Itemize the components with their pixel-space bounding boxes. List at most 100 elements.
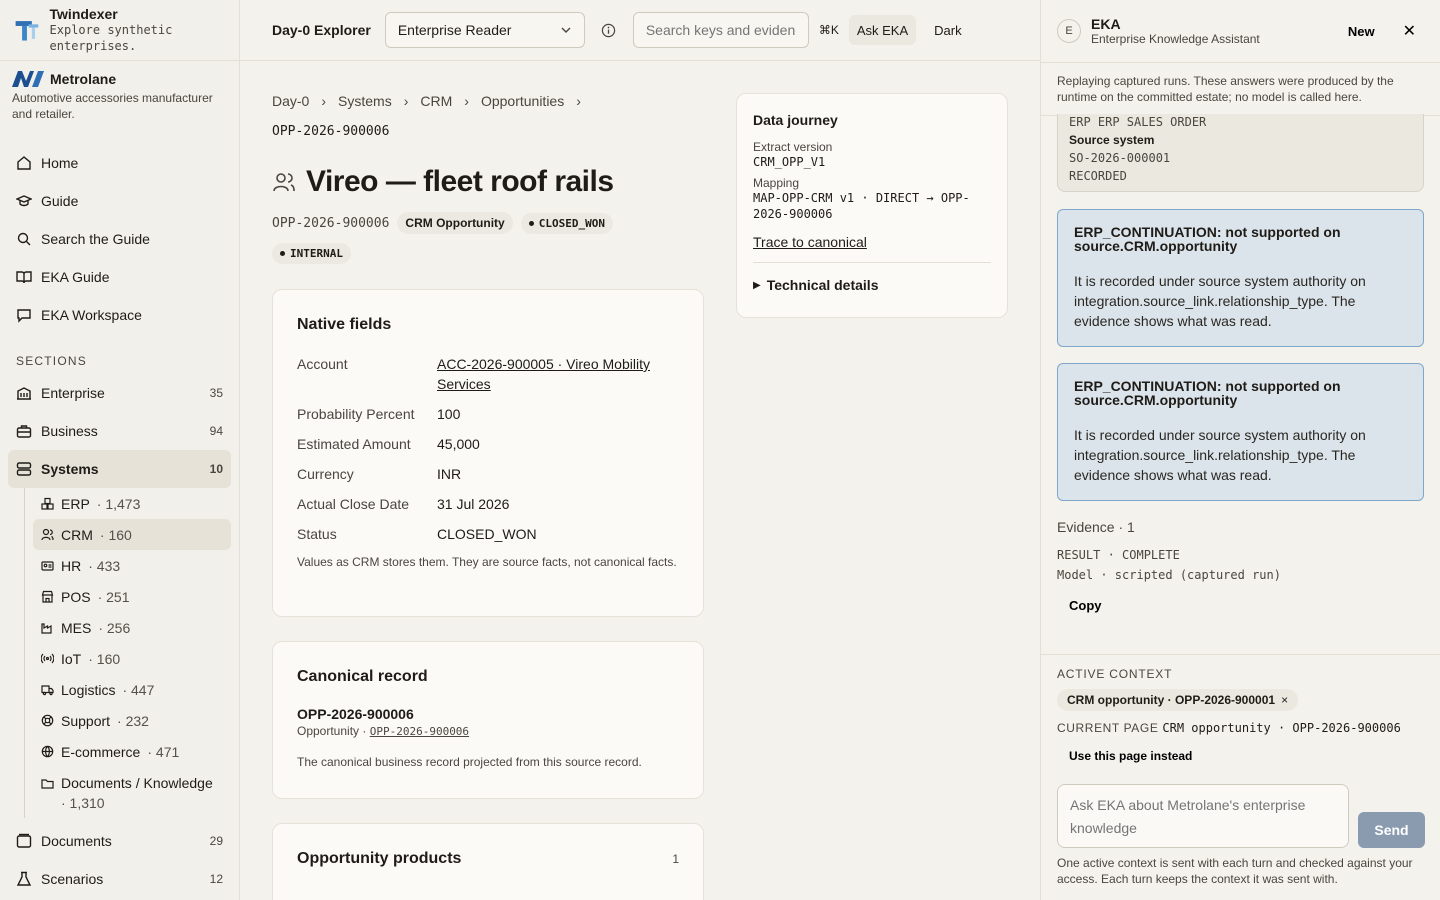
eka-title: EKA [1091,16,1121,32]
field-label: Actual Close Date [297,496,410,512]
field-close-date: Actual Close Date 31 Jul 2026 [297,494,679,514]
copy-button[interactable]: Copy [1061,596,1110,615]
section-systems[interactable]: Systems 10 [8,450,231,488]
nav-guide[interactable]: Guide [0,182,239,220]
role-select[interactable]: Enterprise Reader [384,12,585,48]
field-probability: Probability Percent 100 [297,404,679,424]
tenant-description: Automotive accessories manufacturer and … [12,91,213,121]
mapping-label: Mapping [753,176,800,190]
nav-guide-label: Guide [41,193,79,209]
system-iot[interactable]: IoT · 160 [33,643,239,674]
canonical-link[interactable]: OPP-2026-900006 [370,725,469,738]
evidence-meta: RESULT · COMPLETE Model · scripted (capt… [1057,545,1281,585]
nav-eka-guide[interactable]: EKA Guide [0,258,239,296]
system-crm-count: · 160 [99,526,132,543]
extract-label: Extract version [753,140,833,154]
field-account: Account ACC-2026-900005 · Vireo Mobility… [297,354,679,394]
current-page-value: CRM opportunity · OPP-2026-900006 [1162,721,1401,735]
system-crm-name: CRM [61,526,93,543]
system-mes[interactable]: MES · 256 [33,612,239,643]
tenant-block: Metrolane Automotive accessories manufac… [0,61,239,122]
system-erp[interactable]: ERP · 1,473 [33,488,239,519]
new-conversation-button[interactable]: New [1338,18,1385,45]
system-pos[interactable]: POS · 251 [33,581,239,612]
callout-title: ERP_CONTINUATION: not supported on sourc… [1074,224,1341,254]
section-enterprise-label: Enterprise [41,385,105,401]
system-ecommerce-name: E-commerce [61,743,141,760]
nav-eka-workspace[interactable]: EKA Workspace [0,296,239,334]
field-estimated-amount: Estimated Amount 45,000 [297,434,679,454]
flask-icon [16,871,32,886]
section-documents[interactable]: Documents 29 [0,822,239,860]
system-logistics-count: · 447 [122,681,155,698]
current-page-label: CURRENT PAGE [1057,721,1159,735]
remove-context-icon[interactable]: × [1281,693,1288,707]
page-title: Vireo — fleet roof rails [306,165,614,198]
account-link[interactable]: ACC-2026-900005 · Vireo Mobility Service… [437,356,650,392]
nav-home[interactable]: Home [0,144,239,182]
stub-role: Source system [1069,133,1155,147]
current-page-row: CURRENT PAGE CRM opportunity · OPP-2026-… [1057,721,1425,735]
twindexer-logo-icon [15,21,39,41]
technical-details-toggle[interactable]: ▶ Technical details [753,262,991,293]
nav-home-label: Home [41,155,79,171]
record-meta: OPP-2026-900006 CRM Opportunity CLOSED_W… [272,212,613,234]
system-logistics[interactable]: Logistics · 447 [33,674,239,705]
server-icon [16,462,32,476]
erp-sales-order-card: ERP ERP SALES ORDER Source system SO-202… [1057,114,1424,192]
breadcrumb-opportunities[interactable]: Opportunities [481,93,564,109]
globe-icon [41,745,54,758]
visibility-dot [280,251,285,256]
canonical-heading: Canonical record [297,668,428,685]
info-button[interactable] [595,16,623,44]
chevron-down-icon [561,27,571,33]
disclosure-triangle-icon: ▶ [753,279,761,291]
section-business[interactable]: Business 94 [0,412,239,450]
system-support[interactable]: Support · 232 [33,705,239,736]
context-chip-label: CRM opportunity · OPP-2026-900001 [1067,693,1276,707]
close-icon[interactable]: ✕ [1395,17,1424,45]
section-scenarios-count: 12 [209,872,223,886]
stub-id: SO-2026-000001 [1069,151,1171,165]
theme-toggle-button[interactable]: Dark [926,15,969,45]
metrolane-logo-icon [12,71,44,87]
system-erp-count: · 1,473 [96,495,141,512]
chevron-right-icon: › [576,93,581,109]
section-enterprise-count: 35 [209,386,223,400]
system-hr[interactable]: HR · 433 [33,550,239,581]
system-crm[interactable]: CRM · 160 [33,519,231,550]
eka-avatar: E [1057,19,1081,43]
evidence-count[interactable]: Evidence · 1 [1057,519,1135,535]
breadcrumb-current: OPP-2026-900006 [272,124,390,139]
context-footer-note: One active context is sent with each tur… [1057,856,1413,886]
section-enterprise[interactable]: Enterprise 35 [0,374,239,412]
system-documents-knowledge[interactable]: Documents / Knowledge · 1,310 [33,767,239,818]
send-button[interactable]: Send [1358,812,1425,848]
breadcrumb-systems[interactable]: Systems [338,93,392,109]
section-business-count: 94 [209,424,223,438]
trace-canonical-link[interactable]: Trace to canonical [753,234,991,250]
system-support-count: · 232 [117,712,149,729]
field-currency: Currency INR [297,464,679,484]
section-business-label: Business [41,423,98,439]
system-iot-name: IoT [61,650,82,667]
use-this-page-button[interactable]: Use this page instead [1057,745,1204,767]
breadcrumb-crm[interactable]: CRM [420,93,452,109]
canonical-record-card: Canonical record OPP-2026-900006 Opportu… [272,641,704,799]
sidebar: Twindexer Explore synthetic enterprises.… [0,0,240,900]
main-content: Day-0 › Systems › CRM › Opportunities › … [240,61,1040,900]
section-scenarios[interactable]: Scenarios 12 [0,860,239,898]
canonical-type: Opportunity · [297,724,367,738]
search-input[interactable] [632,12,809,48]
system-mes-name: MES [61,619,92,636]
nav-eka-guide-label: EKA Guide [41,269,110,285]
system-ecommerce[interactable]: E-commerce · 471 [33,736,239,767]
ask-eka-input[interactable] [1057,784,1349,848]
graduation-cap-icon [16,195,32,207]
breadcrumb-day0[interactable]: Day-0 [272,93,309,109]
system-hr-name: HR [61,557,82,574]
canonical-note: The canonical business record projected … [297,755,642,769]
field-label: Status [297,526,337,542]
nav-search-guide[interactable]: Search the Guide [0,220,239,258]
ask-eka-button[interactable]: Ask EKA [848,15,917,45]
